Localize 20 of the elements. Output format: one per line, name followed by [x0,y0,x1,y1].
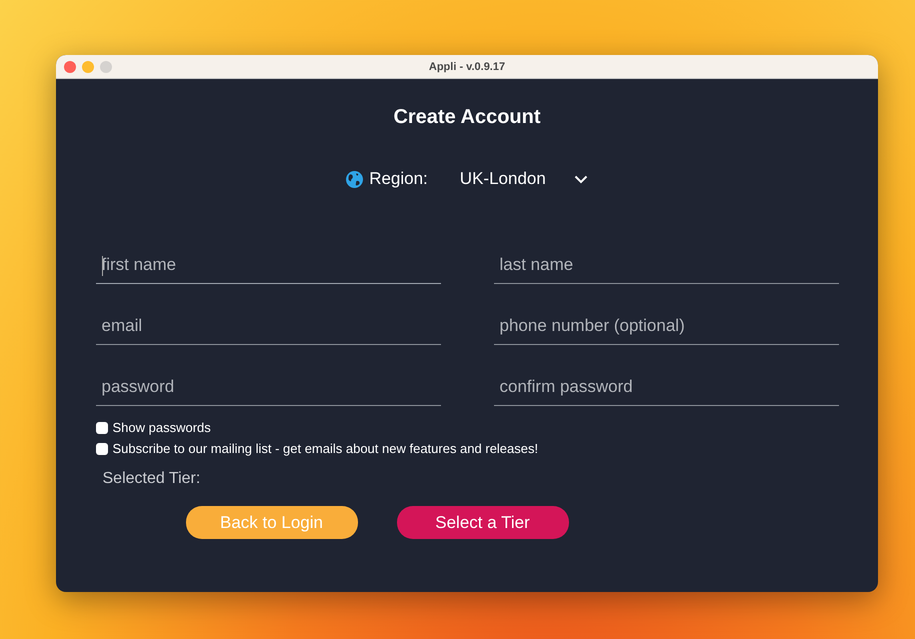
input-field[interactable]: phone number (optional) [494,308,838,345]
input-field[interactable]: email [96,308,440,345]
checkbox[interactable] [96,422,108,434]
input-field[interactable]: password [96,369,440,406]
checkbox-label: Subscribe to our mailing list - get emails about new features and releases! [112,441,538,456]
checkbox-label: Show passwords [112,420,211,435]
input-field[interactable]: confirm password [494,369,838,406]
globe-icon [346,170,364,188]
window-title: Appli - v.0.9.17 [428,60,506,72]
page-heading: Create Account [393,106,541,129]
region-dropdown[interactable]: UK-London [460,169,588,189]
checkbox[interactable] [96,442,108,454]
region-label: Region: [369,169,428,189]
input-field[interactable]: last name [494,247,838,284]
select-tier-button[interactable]: Select a Tier [396,506,568,539]
input-field[interactable]: first name [96,247,440,284]
close-icon[interactable] [64,60,76,72]
chevron-icon [574,174,588,184]
selected-tier-label: Selected Tier: [102,470,200,487]
minimize-icon[interactable] [82,60,94,72]
